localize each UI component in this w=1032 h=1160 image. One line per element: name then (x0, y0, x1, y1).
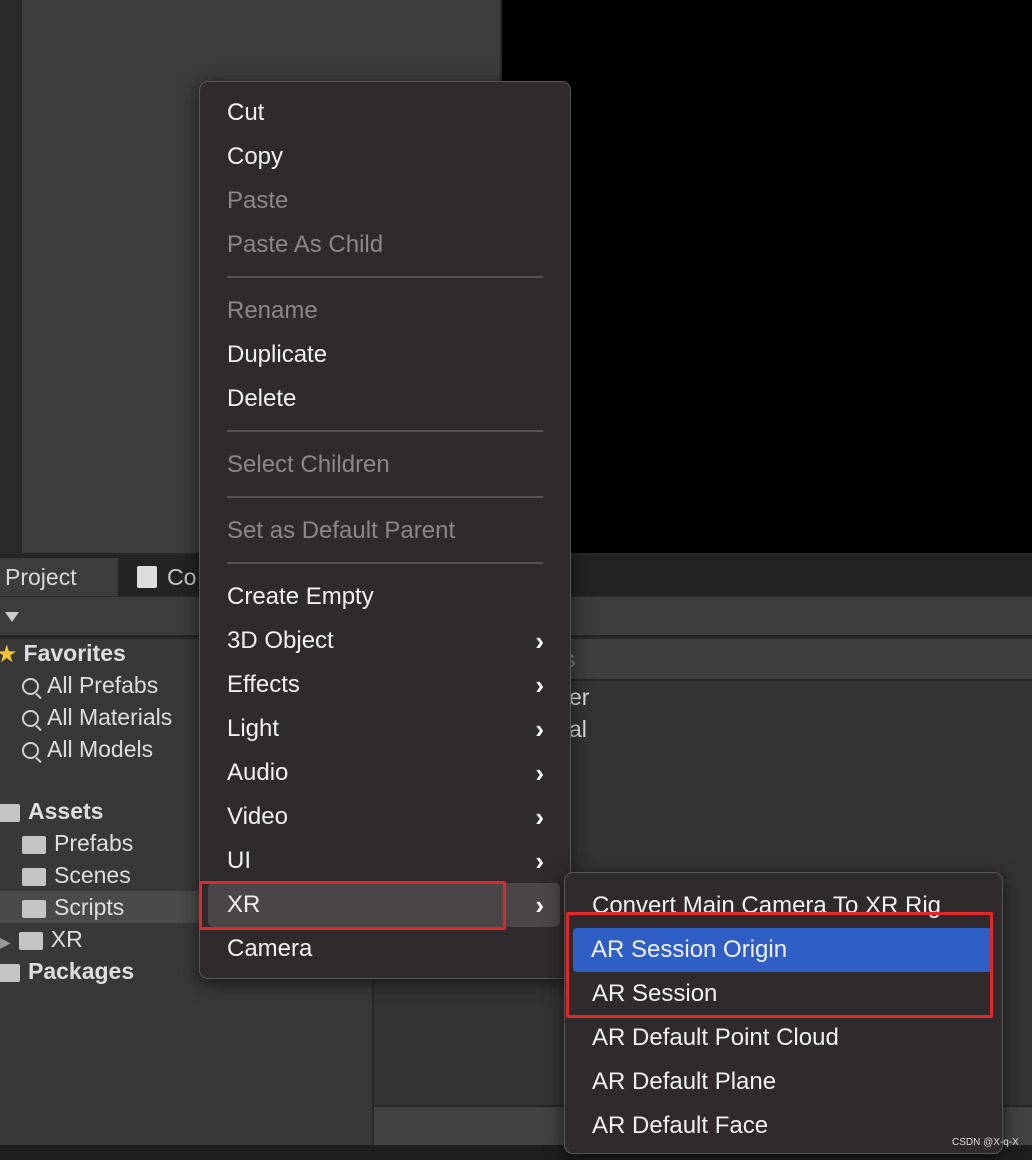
tab-label: Co (167, 564, 197, 590)
tree-item-prefabs[interactable]: Prefabs (22, 827, 133, 859)
menu-item-effects[interactable]: Effects › (227, 663, 550, 707)
menu-item-select-children: Select Children (227, 451, 390, 478)
tab-label: Project (5, 564, 77, 590)
tree-label: Packages (28, 958, 135, 984)
menu-label: Effects (227, 671, 300, 698)
tab-project[interactable]: Project (0, 558, 118, 596)
tree-label: All Models (47, 736, 154, 762)
tree-item-all-materials[interactable]: All Materials (22, 701, 172, 733)
folder-icon (18, 931, 43, 950)
search-icon (22, 678, 39, 696)
menu-item-delete[interactable]: Delete (227, 377, 550, 421)
tree-label: All Materials (47, 704, 173, 730)
submenu-item-ar-point-cloud[interactable]: AR Default Point Cloud (592, 1016, 982, 1060)
annotation-box-xr (199, 881, 506, 930)
menu-item-camera[interactable]: Camera (227, 927, 550, 971)
tree-label: Assets (28, 798, 104, 824)
tree-item-xr[interactable]: ▶ XR (0, 923, 83, 955)
chevron-right-icon: › (535, 846, 544, 876)
tree-item-assets[interactable]: Assets (0, 795, 103, 827)
menu-item-video[interactable]: Video › (227, 795, 550, 839)
menu-item-create-empty[interactable]: Create Empty (227, 575, 550, 619)
tree-item-scenes[interactable]: Scenes (22, 859, 131, 891)
submenu-item-ar-face[interactable]: AR Default Face (592, 1104, 982, 1148)
tree-item-packages[interactable]: Packages (0, 955, 134, 987)
folder-open-icon (0, 803, 20, 822)
folder-icon (22, 835, 46, 854)
menu-separator (227, 496, 543, 498)
menu-item-paste-as-child: Paste As Child (227, 231, 384, 258)
watermark: CSDN @X-q-X (952, 1137, 1019, 1148)
folder-icon (0, 963, 20, 982)
tree-label: Scenes (54, 862, 131, 888)
tree-label: XR (50, 926, 83, 952)
menu-separator (227, 562, 543, 564)
tree-item-all-models[interactable]: All Models (22, 733, 153, 765)
star-icon: ★ (0, 640, 18, 668)
scene-view[interactable] (502, 0, 1032, 553)
menu-item-set-default-parent: Set as Default Parent (227, 517, 456, 544)
menu-label: Audio (227, 759, 289, 786)
folder-icon (22, 867, 46, 886)
search-icon (22, 742, 39, 760)
chevron-right-icon: › (535, 802, 544, 832)
dropdown-triangle-icon[interactable] (5, 612, 19, 622)
submenu-item-ar-plane[interactable]: AR Default Plane (592, 1060, 982, 1104)
menu-item-ui[interactable]: UI › (227, 839, 550, 883)
search-icon (22, 710, 39, 728)
menu-separator (227, 430, 543, 432)
menu-label: 3D Object (227, 627, 334, 654)
menu-item-cut[interactable]: Cut (227, 91, 550, 135)
menu-label: Video (227, 803, 288, 830)
chevron-right-icon: › (535, 890, 544, 920)
menu-label: Light (227, 715, 280, 742)
tree-label: Favorites (23, 640, 126, 666)
menu-label: UI (227, 847, 251, 874)
chevron-right-icon: › (535, 758, 544, 788)
chevron-right-icon: › (535, 626, 544, 656)
chevron-right-icon: › (535, 670, 544, 700)
menu-item-rename: Rename (227, 297, 318, 324)
tree-label: Scripts (54, 894, 125, 920)
left-strip (0, 0, 22, 553)
expand-arrow-icon[interactable]: ▶ (0, 934, 11, 950)
tree-item-favorites[interactable]: ★ Favorites (0, 637, 126, 669)
tree-label: All Prefabs (47, 672, 159, 698)
tree-item-all-prefabs[interactable]: All Prefabs (22, 669, 158, 701)
chevron-right-icon: › (535, 714, 544, 744)
menu-item-3d-object[interactable]: 3D Object › (227, 619, 550, 663)
menu-item-light[interactable]: Light › (227, 707, 550, 751)
menu-item-audio[interactable]: Audio › (227, 751, 550, 795)
menu-item-duplicate[interactable]: Duplicate (227, 333, 550, 377)
context-menu: Cut Copy Paste Paste As Child Rename Dup… (199, 81, 571, 979)
menu-separator (227, 276, 543, 278)
folder-icon (22, 899, 46, 918)
tree-item-scripts[interactable]: Scripts (0, 891, 200, 923)
tree-label: Prefabs (54, 830, 134, 856)
asset-item[interactable]: er (569, 681, 589, 713)
console-icon (137, 565, 157, 588)
annotation-box-ar-session (566, 912, 993, 1018)
menu-item-paste: Paste (227, 187, 289, 214)
menu-item-copy[interactable]: Copy (227, 135, 550, 179)
asset-item[interactable]: al (569, 713, 587, 745)
